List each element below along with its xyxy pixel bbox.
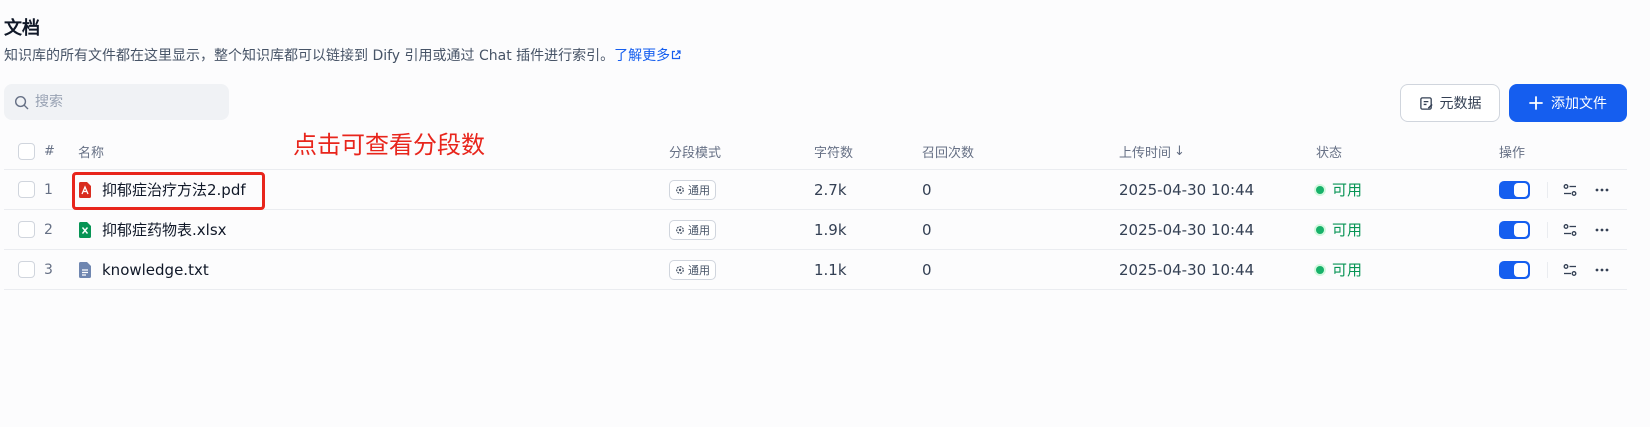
ops-cell bbox=[1499, 250, 1611, 289]
status-cell: 可用 bbox=[1316, 170, 1362, 209]
column-header-status: 状态 bbox=[1316, 146, 1343, 161]
more-dots-icon[interactable] bbox=[1593, 181, 1611, 199]
column-header-mode: 分段模式 bbox=[669, 146, 722, 161]
status-text: 可用 bbox=[1332, 221, 1363, 239]
mode-badge: 通用 bbox=[669, 179, 716, 200]
ops-divider bbox=[1547, 261, 1548, 278]
more-dots-icon[interactable] bbox=[1593, 261, 1611, 279]
table-row[interactable]: 3 knowledge.txt 通用 1.1k 0 2025-04-30 10:… bbox=[4, 250, 1627, 290]
ops-cell bbox=[1499, 210, 1611, 249]
documents-table: # 名称 分段模式 字符数 召回次数 上传时间 ↓ 状态 操作 1 抑郁症治疗方法… bbox=[4, 134, 1627, 290]
excel-file-icon bbox=[79, 221, 91, 238]
mode-cell: 通用 bbox=[669, 250, 716, 289]
gear-icon bbox=[676, 185, 684, 194]
text-file-icon bbox=[79, 261, 91, 278]
column-header-upload-time[interactable]: 上传时间 ↓ bbox=[1119, 134, 1185, 169]
column-header-chars: 字符数 bbox=[814, 146, 854, 161]
description-text: 知识库的所有文件都在这里显示，整个知识库都可以链接到 Dify 引用或通过 Ch… bbox=[4, 48, 615, 64]
mode-label: 通用 bbox=[688, 223, 710, 237]
row-checkbox[interactable] bbox=[18, 181, 35, 198]
char-count: 2.7k bbox=[814, 180, 847, 199]
gear-icon bbox=[676, 265, 684, 274]
mode-badge: 通用 bbox=[669, 259, 716, 280]
row-select-cell bbox=[18, 170, 35, 209]
plus-icon bbox=[1529, 96, 1543, 110]
row-number: 3 bbox=[44, 261, 53, 278]
document-name[interactable]: knowledge.txt bbox=[78, 250, 209, 289]
mode-badge: 通用 bbox=[669, 219, 716, 240]
add-file-button[interactable]: 添加文件 bbox=[1509, 84, 1627, 122]
table-row[interactable]: 2 抑郁症药物表.xlsx 通用 1.9k 0 2025-04-30 10:44… bbox=[4, 210, 1627, 250]
row-select-cell bbox=[18, 250, 35, 289]
enable-toggle[interactable] bbox=[1499, 180, 1530, 199]
ops-divider bbox=[1547, 181, 1548, 198]
enable-toggle[interactable] bbox=[1499, 220, 1530, 239]
document-name-text: knowledge.txt bbox=[102, 260, 209, 279]
recall-count: 0 bbox=[922, 260, 932, 279]
search-input[interactable] bbox=[35, 94, 215, 110]
sliders-icon[interactable] bbox=[1561, 261, 1579, 279]
document-name-text: 抑郁症治疗方法2.pdf bbox=[102, 181, 246, 199]
status-text: 可用 bbox=[1332, 261, 1363, 279]
more-dots-icon[interactable] bbox=[1593, 221, 1611, 239]
upload-time-label: 上传时间 bbox=[1119, 146, 1172, 161]
search-box[interactable] bbox=[4, 84, 229, 120]
mode-label: 通用 bbox=[688, 263, 710, 277]
external-link-icon[interactable] bbox=[671, 50, 681, 60]
mode-label: 通用 bbox=[688, 183, 710, 197]
learn-more-link[interactable]: 了解更多 bbox=[614, 48, 670, 64]
pdf-file-icon bbox=[79, 181, 91, 198]
document-name-text: 抑郁症药物表.xlsx bbox=[102, 221, 227, 239]
mode-cell: 通用 bbox=[669, 210, 716, 249]
table-row[interactable]: 1 抑郁症治疗方法2.pdf 通用 2.7k 0 2025-04-30 10:4… bbox=[4, 170, 1627, 210]
upload-time: 2025-04-30 10:44 bbox=[1119, 260, 1255, 279]
status-cell: 可用 bbox=[1316, 210, 1362, 249]
metadata-button[interactable]: 元数据 bbox=[1400, 84, 1500, 122]
row-number: 2 bbox=[44, 221, 53, 238]
add-file-button-label: 添加文件 bbox=[1551, 96, 1607, 112]
column-header-name: 名称 bbox=[78, 146, 105, 161]
column-header-ops: 操作 bbox=[1499, 146, 1526, 161]
sliders-icon[interactable] bbox=[1561, 221, 1579, 239]
document-name[interactable]: 抑郁症治疗方法2.pdf bbox=[78, 170, 246, 209]
status-cell: 可用 bbox=[1316, 250, 1362, 289]
ops-cell bbox=[1499, 170, 1611, 209]
row-checkbox[interactable] bbox=[18, 221, 35, 238]
row-select-cell bbox=[18, 210, 35, 249]
table-header: # 名称 分段模式 字符数 召回次数 上传时间 ↓ 状态 操作 bbox=[4, 134, 1627, 170]
document-name[interactable]: 抑郁症药物表.xlsx bbox=[78, 210, 227, 249]
search-icon bbox=[14, 95, 29, 109]
row-checkbox[interactable] bbox=[18, 261, 35, 278]
recall-count: 0 bbox=[922, 220, 932, 239]
edit-document-icon bbox=[1419, 96, 1433, 110]
status-dot bbox=[1316, 265, 1324, 274]
upload-time: 2025-04-30 10:44 bbox=[1119, 180, 1255, 199]
select-all-cell bbox=[18, 134, 35, 169]
char-count: 1.1k bbox=[814, 260, 847, 279]
recall-count: 0 bbox=[922, 180, 932, 199]
column-header-num: # bbox=[44, 144, 55, 159]
enable-toggle[interactable] bbox=[1499, 260, 1530, 279]
column-header-recall: 召回次数 bbox=[922, 146, 975, 161]
row-number: 1 bbox=[44, 181, 53, 198]
status-dot bbox=[1316, 225, 1324, 234]
char-count: 1.9k bbox=[814, 220, 847, 239]
select-all-checkbox[interactable] bbox=[18, 143, 35, 160]
status-text: 可用 bbox=[1332, 181, 1363, 199]
sliders-icon[interactable] bbox=[1561, 181, 1579, 199]
sort-arrow-icon[interactable]: ↓ bbox=[1174, 144, 1185, 159]
mode-cell: 通用 bbox=[669, 170, 716, 209]
page-description: 知识库的所有文件都在这里显示，整个知识库都可以链接到 Dify 引用或通过 Ch… bbox=[4, 45, 681, 65]
gear-icon bbox=[676, 225, 684, 234]
status-dot bbox=[1316, 185, 1324, 194]
page-title: 文档 bbox=[4, 18, 40, 39]
metadata-button-label: 元数据 bbox=[1439, 96, 1482, 112]
ops-divider bbox=[1547, 221, 1548, 238]
upload-time: 2025-04-30 10:44 bbox=[1119, 220, 1255, 239]
